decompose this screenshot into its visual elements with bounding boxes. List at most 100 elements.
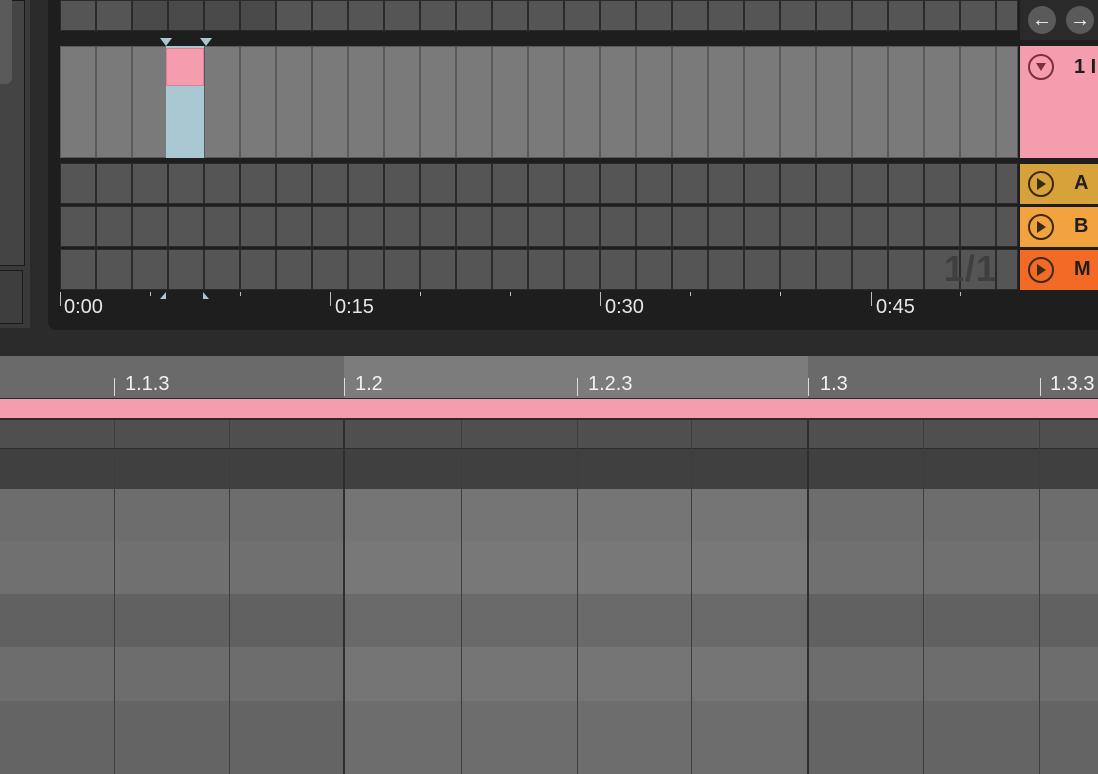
- grid-cell[interactable]: [132, 163, 168, 204]
- grid-cell[interactable]: [996, 206, 1018, 247]
- grid-cell[interactable]: [924, 0, 960, 31]
- grid-cell[interactable]: [960, 206, 996, 247]
- grid-cell[interactable]: [924, 46, 960, 158]
- grid-cell[interactable]: [348, 206, 384, 247]
- grid-cell[interactable]: [888, 206, 924, 247]
- grid-cell[interactable]: [384, 163, 420, 204]
- grid-cell[interactable]: [708, 163, 744, 204]
- grid-cell[interactable]: [492, 249, 528, 290]
- grid-cell[interactable]: [672, 163, 708, 204]
- grid-cell[interactable]: [168, 0, 204, 31]
- grid-cell[interactable]: [312, 249, 348, 290]
- grid-cell[interactable]: [204, 249, 240, 290]
- grid-cell[interactable]: [600, 206, 636, 247]
- grid-cell[interactable]: [96, 46, 132, 158]
- grid-cell[interactable]: [708, 0, 744, 31]
- selected-clip-head[interactable]: [166, 48, 204, 86]
- grid-cell[interactable]: [888, 46, 924, 158]
- track-header-1[interactable]: 1 I: [1020, 46, 1098, 158]
- grid-cell[interactable]: [708, 249, 744, 290]
- grid-cell[interactable]: [456, 46, 492, 158]
- grid-cell[interactable]: [456, 206, 492, 247]
- arrangement-clip[interactable]: [0, 398, 1098, 420]
- grid-cell[interactable]: [240, 249, 276, 290]
- grid-cell[interactable]: [672, 249, 708, 290]
- grid-cell[interactable]: [420, 206, 456, 247]
- grid-cell[interactable]: [996, 0, 1018, 31]
- grid-cell[interactable]: [780, 0, 816, 31]
- grid-cell[interactable]: [780, 46, 816, 158]
- grid-cell[interactable]: [312, 206, 348, 247]
- grid-cell[interactable]: [852, 206, 888, 247]
- grid-cell[interactable]: [564, 249, 600, 290]
- grid-cell[interactable]: [60, 249, 96, 290]
- grid-cell[interactable]: [60, 163, 96, 204]
- play-icon[interactable]: [1028, 171, 1054, 197]
- grid-cell[interactable]: [744, 163, 780, 204]
- grid-cell[interactable]: [492, 163, 528, 204]
- grid-cell[interactable]: [240, 163, 276, 204]
- grid-cell[interactable]: [816, 0, 852, 31]
- grid-cell[interactable]: [996, 46, 1018, 158]
- grid-cell[interactable]: [528, 249, 564, 290]
- grid-cell[interactable]: [744, 206, 780, 247]
- loop-start-marker-top[interactable]: [160, 38, 172, 46]
- grid-cell[interactable]: [60, 46, 96, 158]
- grid-cell[interactable]: [816, 206, 852, 247]
- grid-cell[interactable]: [744, 0, 780, 31]
- grid-cell[interactable]: [672, 206, 708, 247]
- grid-cell[interactable]: [636, 249, 672, 290]
- grid-cell[interactable]: [420, 163, 456, 204]
- grid-cell[interactable]: [276, 0, 312, 31]
- grid-cell[interactable]: [240, 206, 276, 247]
- grid-cell[interactable]: [168, 206, 204, 247]
- loop-end-marker-top[interactable]: [200, 38, 212, 46]
- grid-cell[interactable]: [960, 163, 996, 204]
- grid-cell[interactable]: [924, 206, 960, 247]
- grid-cell[interactable]: [132, 206, 168, 247]
- grid-cell[interactable]: [600, 0, 636, 31]
- grid-cell[interactable]: [204, 206, 240, 247]
- grid-cell[interactable]: [312, 46, 348, 158]
- grid-cell[interactable]: [708, 46, 744, 158]
- grid-cell[interactable]: [888, 249, 924, 290]
- grid-cell[interactable]: [852, 46, 888, 158]
- grid-cell[interactable]: [132, 46, 168, 158]
- grid-cell[interactable]: [780, 249, 816, 290]
- grid-cell[interactable]: [528, 46, 564, 158]
- grid-cell[interactable]: [348, 163, 384, 204]
- play-icon[interactable]: [1028, 214, 1054, 240]
- grid-cell[interactable]: [672, 0, 708, 31]
- grid-cell[interactable]: [276, 206, 312, 247]
- grid-cell[interactable]: [456, 0, 492, 31]
- grid-cell[interactable]: [528, 206, 564, 247]
- grid-cell[interactable]: [816, 46, 852, 158]
- grid-cell[interactable]: [528, 0, 564, 31]
- grid-cell[interactable]: [168, 249, 204, 290]
- grid-cell[interactable]: [564, 0, 600, 31]
- grid-cell[interactable]: [960, 46, 996, 158]
- grid-cell[interactable]: [636, 46, 672, 158]
- grid-cell[interactable]: [96, 0, 132, 31]
- grid-cell[interactable]: [600, 163, 636, 204]
- grid-cell[interactable]: [204, 163, 240, 204]
- loop-end-marker-bottom[interactable]: [203, 292, 209, 299]
- grid-cell[interactable]: [384, 206, 420, 247]
- grid-cell[interactable]: [636, 206, 672, 247]
- grid-cell[interactable]: [564, 163, 600, 204]
- grid-cell[interactable]: [600, 46, 636, 158]
- grid-cell[interactable]: [348, 46, 384, 158]
- grid-cell[interactable]: [240, 46, 276, 158]
- grid-cell[interactable]: [996, 163, 1018, 204]
- grid-cell[interactable]: [384, 46, 420, 158]
- grid-cell[interactable]: [420, 46, 456, 158]
- grid-cell[interactable]: [888, 0, 924, 31]
- grid-cell[interactable]: [780, 163, 816, 204]
- grid-cell[interactable]: [564, 46, 600, 158]
- grid-cell[interactable]: [960, 0, 996, 31]
- grid-cell[interactable]: [852, 163, 888, 204]
- grid-cell[interactable]: [384, 0, 420, 31]
- grid-cell[interactable]: [60, 0, 96, 31]
- play-icon[interactable]: [1028, 257, 1054, 283]
- grid-cell[interactable]: [852, 249, 888, 290]
